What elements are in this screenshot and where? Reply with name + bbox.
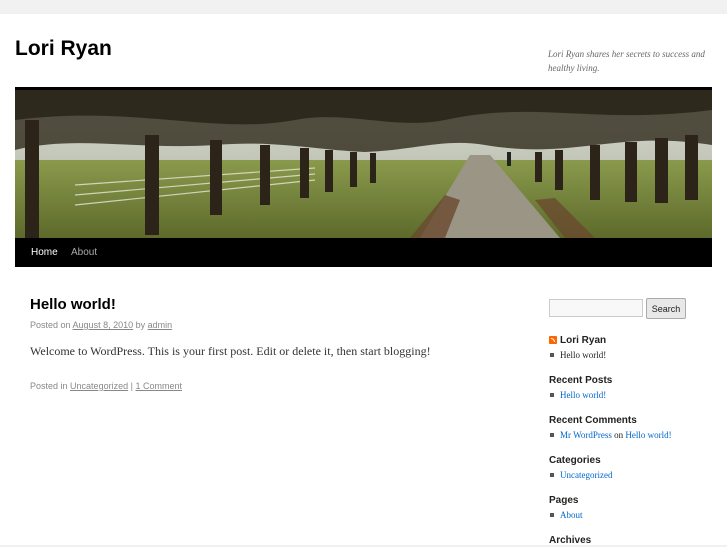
search-button[interactable]: Search (646, 298, 686, 319)
page-item-link[interactable]: About (560, 510, 583, 520)
by-label: by (135, 320, 146, 330)
recent-post-link[interactable]: Hello world! (560, 390, 606, 400)
bullet-icon (550, 353, 554, 358)
page-wrapper: Lori Ryan Lori Ryan shares her secrets t… (0, 14, 727, 547)
post-date-link[interactable]: August 8, 2010 (73, 320, 134, 330)
meta-separator: | (130, 381, 133, 391)
posted-on-label: Posted on (30, 320, 71, 330)
categories-title: Categories (549, 455, 601, 466)
search-input[interactable] (549, 299, 643, 317)
recent-posts-widget: Recent Posts Hello world! (549, 374, 612, 401)
list-item: Hello world! (549, 389, 612, 401)
header-image (15, 87, 712, 241)
archives-title: Archives (549, 535, 592, 546)
recent-posts-title: Recent Posts (549, 375, 613, 386)
author-link[interactable]: admin (148, 320, 173, 330)
recent-comments-title: Recent Comments (549, 415, 637, 426)
bullet-icon (550, 513, 554, 518)
category-link[interactable]: Uncategorized (70, 381, 128, 391)
comment-post-link[interactable]: Hello world! (625, 430, 671, 440)
post-title[interactable]: Hello world! (30, 295, 500, 315)
list-item: Uncategorized (549, 469, 612, 481)
nav-item-home[interactable]: Home (31, 238, 58, 267)
post-utility: Posted in Uncategorized | 1 Comment (30, 381, 500, 391)
comments-link[interactable]: 1 Comment (135, 381, 182, 391)
category-item-link[interactable]: Uncategorized (560, 470, 612, 480)
comment-author-link[interactable]: Mr WordPress (560, 430, 612, 440)
list-item: Mr WordPress on Hello world! (549, 429, 672, 441)
pages-widget: Pages About (549, 494, 583, 521)
bullet-icon (550, 473, 554, 478)
posted-in-label: Posted in (30, 381, 68, 391)
post-content: Welcome to WordPress. This is your first… (30, 344, 431, 358)
comment-on-label: on (614, 430, 624, 440)
bullet-icon (550, 433, 554, 438)
tree-avenue-photo (15, 90, 712, 238)
site-description: Lori Ryan shares her secrets to success … (548, 49, 705, 73)
rss-widget-title[interactable]: Lori Ryan (560, 335, 606, 346)
recent-comments-widget: Recent Comments Mr WordPress on Hello wo… (549, 414, 672, 441)
archives-widget: Archives (549, 534, 591, 547)
bullet-icon (550, 393, 554, 398)
list-item: Hello world! (549, 349, 606, 361)
rss-item[interactable]: Hello world! (560, 350, 606, 360)
main-nav: Home About (15, 238, 712, 267)
categories-widget: Categories Uncategorized (549, 454, 612, 481)
pages-title: Pages (549, 495, 579, 506)
nav-item-about[interactable]: About (71, 238, 97, 267)
rss-widget: Lori Ryan Hello world! (549, 334, 606, 361)
list-item: About (549, 509, 583, 521)
post-meta: Posted on August 8, 2010 by admin (30, 320, 500, 330)
rss-icon[interactable] (549, 336, 557, 344)
site-title[interactable]: Lori Ryan (15, 37, 112, 61)
post: Hello world! Posted on August 8, 2010 by… (30, 295, 500, 391)
